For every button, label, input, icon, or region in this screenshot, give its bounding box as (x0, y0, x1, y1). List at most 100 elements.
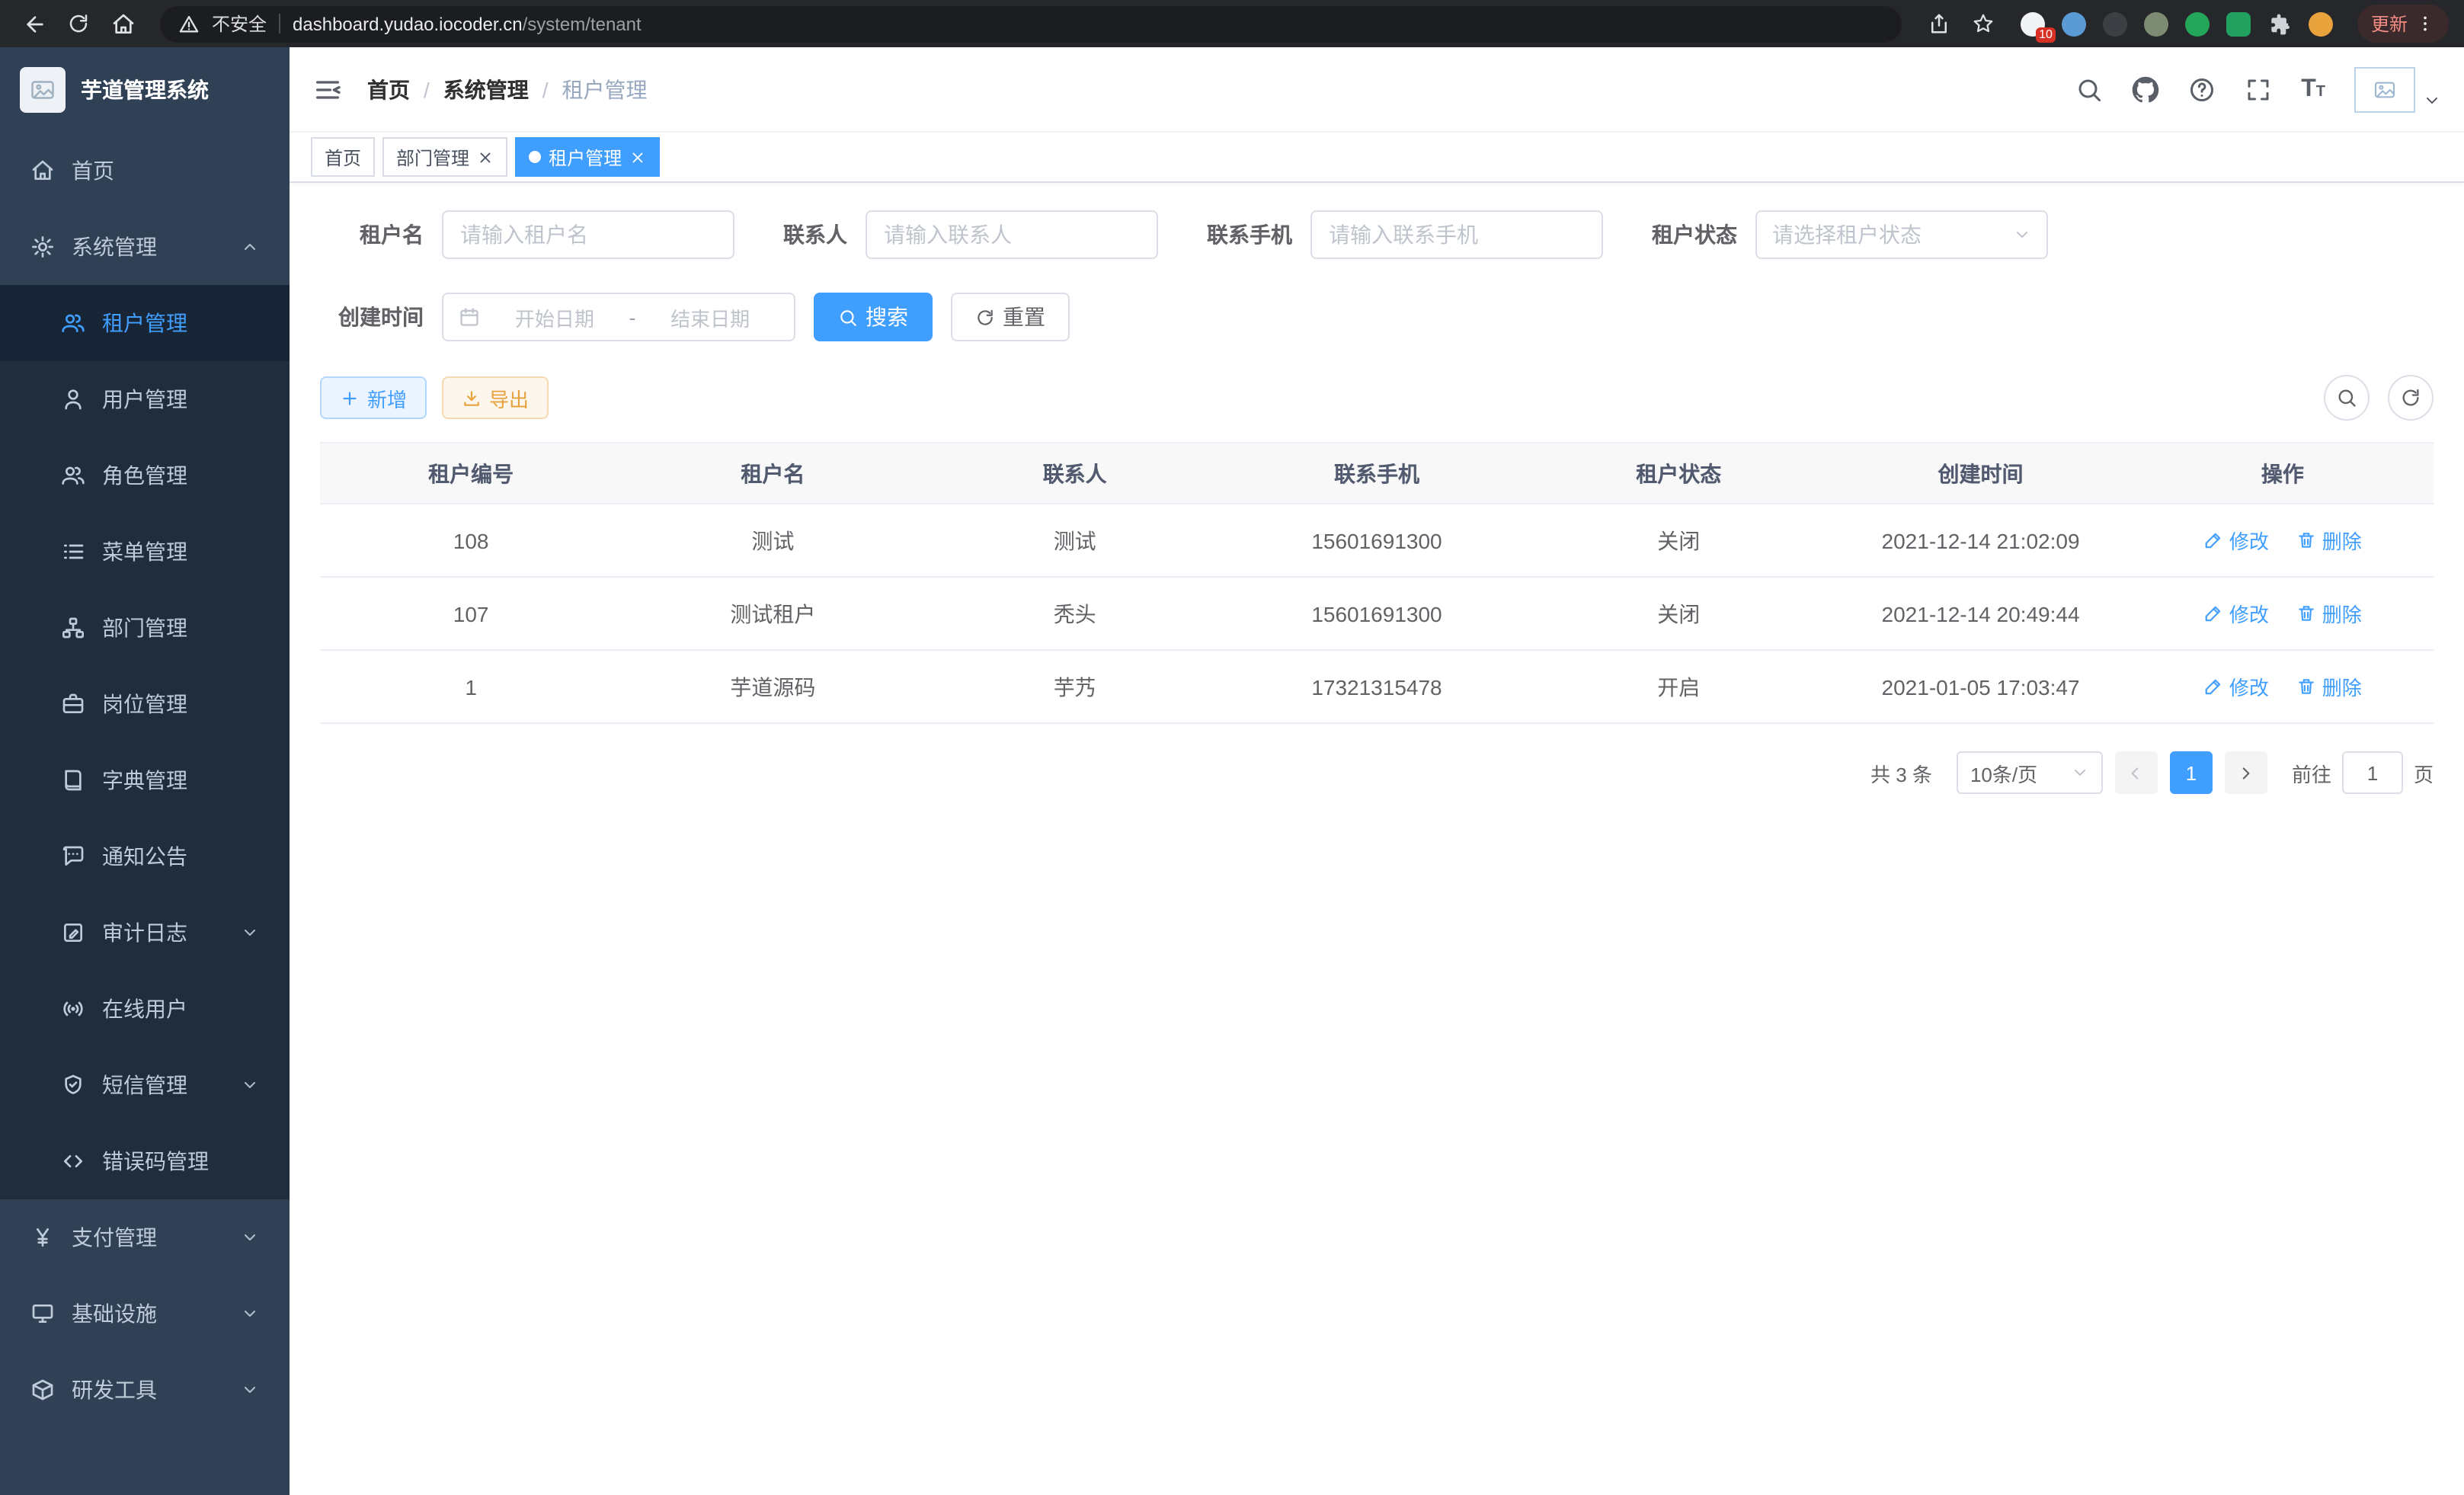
sidebar-item-payment[interactable]: 支付管理 (0, 1199, 290, 1276)
contact-input[interactable] (866, 210, 1158, 259)
breadcrumb-home[interactable]: 首页 (367, 74, 410, 104)
refresh-table-button[interactable] (2388, 375, 2434, 421)
table-row: 107 测试租户 秃头 15601691300 关闭 2021-12-14 20… (320, 577, 2434, 650)
browser-chrome: 不安全 dashboard.yudao.iocoder.cn/system/te… (0, 0, 2464, 47)
extension-icon-6[interactable] (2226, 11, 2251, 36)
sidebar-item-tenant[interactable]: 租户管理 (0, 285, 290, 361)
browser-back-button[interactable] (15, 5, 53, 43)
sidebar-item-dev-tools[interactable]: 研发工具 (0, 1352, 290, 1428)
browser-home-button[interactable] (104, 5, 142, 43)
extension-icon-1[interactable]: 10 (2021, 11, 2045, 36)
help-icon[interactable] (2188, 75, 2216, 103)
sidebar-item-menu[interactable]: 菜单管理 (0, 514, 290, 590)
sidebar-fold-icon[interactable] (312, 74, 343, 104)
sidebar-item-home[interactable]: 首页 (0, 133, 290, 209)
browser-refresh-button[interactable] (59, 5, 98, 43)
users-icon (61, 463, 85, 488)
sidebar-item-system[interactable]: 系统管理 (0, 209, 290, 285)
edit-link[interactable]: 修改 (2203, 599, 2269, 628)
add-button[interactable]: 新增 (320, 376, 427, 419)
cell-tenant-name: 芋道源码 (622, 650, 923, 723)
cell-tenant-name: 测试 (622, 504, 923, 577)
cell-tenant-id: 107 (320, 577, 622, 650)
gear-icon (30, 235, 55, 259)
delete-link[interactable]: 删除 (2296, 526, 2362, 555)
tab-tenant[interactable]: 租户管理 (515, 137, 660, 177)
sidebar-item-audit-log[interactable]: 审计日志 (0, 895, 290, 971)
sidebar-item-label: 通知公告 (102, 841, 259, 872)
page-size-select[interactable]: 10条/页 (1957, 751, 2103, 794)
sidebar-item-dept[interactable]: 部门管理 (0, 590, 290, 666)
chevron-left-icon (2126, 763, 2146, 783)
date-start-placeholder: 开始日期 (486, 303, 623, 331)
code-icon (61, 1149, 85, 1173)
extension-icon-2[interactable] (2062, 11, 2086, 36)
close-icon[interactable] (477, 149, 494, 165)
sidebar-item-label: 字典管理 (102, 765, 259, 796)
edit-link[interactable]: 修改 (2203, 672, 2269, 701)
cell-actions: 修改 删除 (2132, 504, 2434, 577)
sidebar-item-sms[interactable]: 短信管理 (0, 1047, 290, 1123)
user-avatar-menu[interactable] (2354, 66, 2441, 112)
sidebar-item-error-code[interactable]: 错误码管理 (0, 1123, 290, 1199)
close-icon[interactable] (629, 149, 646, 165)
breadcrumb: 首页 / 系统管理 / 租户管理 (367, 74, 648, 104)
reset-button[interactable]: 重置 (951, 293, 1070, 341)
sidebar-item-post[interactable]: 岗位管理 (0, 666, 290, 742)
toggle-search-button[interactable] (2324, 375, 2370, 421)
table-toolbar: 新增 导出 (320, 375, 2434, 421)
tenant-name-input[interactable] (442, 210, 734, 259)
tab-dept[interactable]: 部门管理 (382, 137, 507, 177)
phone-input[interactable] (1310, 210, 1603, 259)
share-icon[interactable] (1920, 5, 1958, 43)
sidebar-item-infra[interactable]: 基础设施 (0, 1276, 290, 1352)
sidebar-item-notice[interactable]: 通知公告 (0, 818, 290, 895)
sidebar-item-user[interactable]: 用户管理 (0, 361, 290, 437)
address-bar[interactable]: 不安全 dashboard.yudao.iocoder.cn/system/te… (160, 5, 1902, 42)
goto-page-input[interactable] (2342, 751, 2403, 794)
bookmark-star-icon[interactable] (1964, 5, 2002, 43)
list-icon (61, 539, 85, 564)
column-header: 联系人 (924, 443, 1226, 504)
github-icon[interactable] (2132, 75, 2159, 103)
navbar-actions: TT (2075, 66, 2441, 112)
extensions-puzzle-icon[interactable] (2267, 11, 2292, 36)
sidebar-item-dict[interactable]: 字典管理 (0, 742, 290, 818)
delete-link[interactable]: 删除 (2296, 599, 2362, 628)
delete-link[interactable]: 删除 (2296, 672, 2362, 701)
sidebar-item-online-users[interactable]: 在线用户 (0, 971, 290, 1047)
tab-label: 租户管理 (549, 144, 622, 170)
extension-icon-3[interactable] (2103, 11, 2127, 36)
sidebar-item-label: 错误码管理 (102, 1146, 259, 1176)
prev-page-button[interactable] (2115, 751, 2158, 794)
page-number-button[interactable]: 1 (2170, 751, 2213, 794)
trash-icon (2296, 530, 2316, 550)
next-page-button[interactable] (2225, 751, 2267, 794)
search-icon[interactable] (2075, 75, 2103, 103)
profile-avatar[interactable] (2309, 11, 2333, 36)
font-size-icon[interactable]: TT (2301, 75, 2325, 103)
trash-icon (2296, 677, 2316, 696)
chevron-down-icon (241, 1381, 259, 1399)
sidebar-item-role[interactable]: 角色管理 (0, 437, 290, 514)
search-icon (838, 307, 858, 327)
browser-update-button[interactable]: 更新 (2357, 5, 2449, 43)
caret-down-icon (2423, 91, 2441, 109)
date-range-picker[interactable]: 开始日期 - 结束日期 (442, 293, 795, 341)
cell-contact: 秃头 (924, 577, 1226, 650)
search-button[interactable]: 搜索 (814, 293, 933, 341)
tab-home[interactable]: 首页 (311, 137, 375, 177)
export-button[interactable]: 导出 (442, 376, 549, 419)
extension-icon-5[interactable] (2185, 11, 2210, 36)
browser-menu-icon[interactable] (2415, 14, 2435, 34)
table-header-row: 租户编号 租户名 联系人 联系手机 租户状态 创建时间 操作 (320, 443, 2434, 504)
breadcrumb-section[interactable]: 系统管理 (443, 74, 529, 104)
fullscreen-icon[interactable] (2245, 75, 2272, 103)
edit-link[interactable]: 修改 (2203, 526, 2269, 555)
refresh-icon (2400, 387, 2421, 408)
cell-contact: 芋艿 (924, 650, 1226, 723)
extension-badge: 10 (2036, 27, 2056, 42)
status-select[interactable]: 请选择租户状态 (1755, 210, 2048, 259)
extension-icon-4[interactable] (2144, 11, 2168, 36)
breadcrumb-current: 租户管理 (562, 74, 648, 104)
